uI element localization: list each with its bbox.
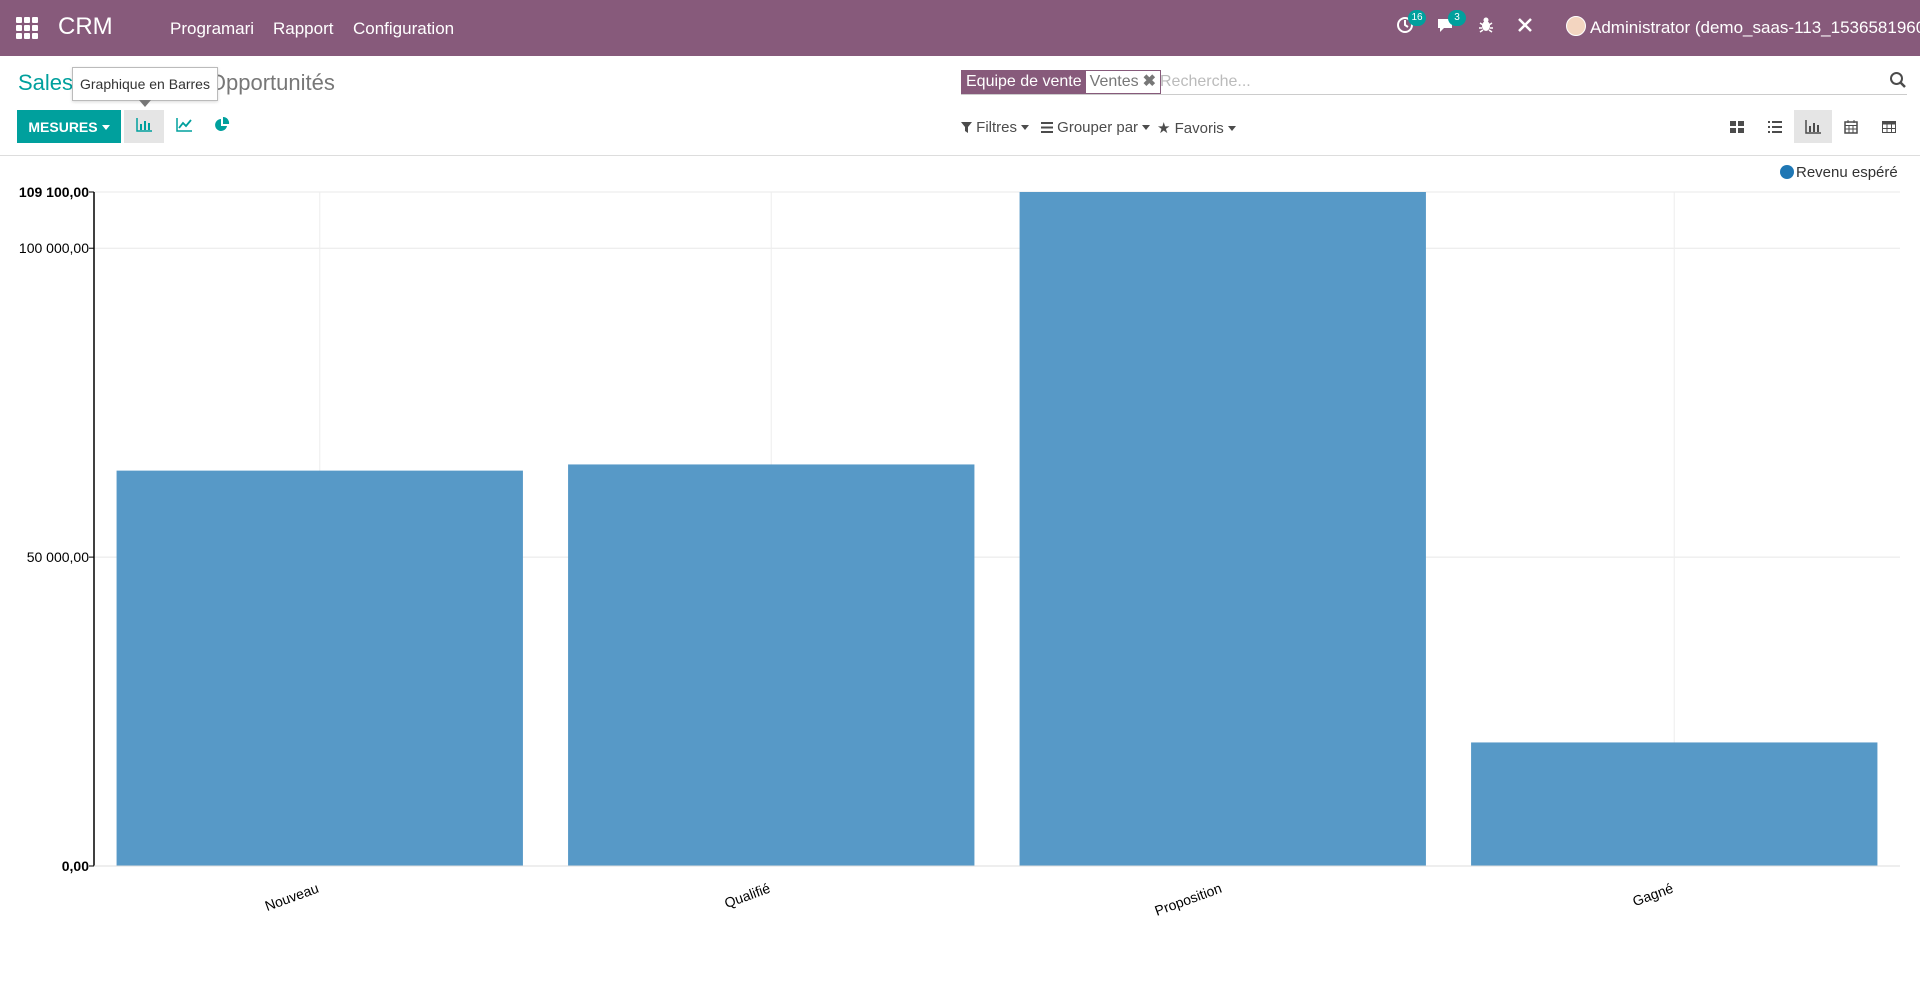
y-tick-label: 50 000,00	[27, 549, 89, 565]
search-input[interactable]	[1158, 70, 1862, 94]
facet-value: Ventes ✖	[1085, 71, 1160, 93]
app-brand: CRM	[58, 13, 113, 40]
bar-Nouveau	[116, 470, 523, 866]
menu-configuration[interactable]: Configuration	[353, 19, 454, 39]
filter-icon	[961, 122, 972, 133]
activity-menu[interactable]: 16	[1396, 10, 1426, 39]
avatar	[1566, 16, 1586, 36]
star-icon: ★	[1157, 120, 1171, 137]
x-tick-label: Proposition	[1152, 880, 1223, 919]
filters-label: Filtres	[976, 119, 1018, 136]
y-tick-label: 0,00	[62, 858, 89, 874]
pie-chart-button[interactable]	[202, 110, 242, 143]
user-name: Administrator (demo_saas-113_1536581960)	[1590, 18, 1920, 37]
calendar-view-button[interactable]	[1832, 110, 1870, 143]
facet-value-label: Ventes	[1089, 73, 1139, 90]
favorites-label: Favoris	[1174, 120, 1224, 137]
line-chart-icon	[176, 118, 192, 132]
graph-view-button[interactable]	[1794, 110, 1832, 143]
pivot-view-button[interactable]	[1870, 110, 1908, 143]
group-by-label: Grouper par	[1057, 119, 1139, 136]
caret-down-icon	[1021, 125, 1030, 130]
bar-Proposition	[1019, 192, 1426, 866]
apps-menu-icon[interactable]	[16, 17, 38, 39]
facet-name: Equipe de vente	[962, 71, 1086, 93]
caret-down-icon	[1227, 126, 1236, 131]
kanban-icon	[1730, 120, 1744, 133]
debug-menu[interactable]	[1477, 16, 1495, 39]
menu-rapport[interactable]: Rapport	[273, 19, 333, 39]
caret-down-icon	[101, 124, 110, 130]
control-panel-divider	[0, 155, 1920, 156]
bar-chart-icon	[136, 118, 152, 132]
x-tick-label: Qualifié	[722, 880, 772, 911]
search-facet: Equipe de vente Ventes ✖	[961, 70, 1161, 94]
bar-chart-icon	[1805, 119, 1821, 134]
bar-Qualifié	[568, 464, 975, 866]
measures-label: MESURES	[28, 118, 98, 135]
bar-Gagné	[1471, 742, 1878, 866]
line-chart-button[interactable]	[164, 110, 204, 143]
messages-menu[interactable]: 3	[1436, 10, 1466, 39]
breadcrumb-current: Opportunités	[208, 70, 335, 95]
y-tick-label: 109 100,00	[19, 184, 89, 200]
list-icon	[1768, 120, 1782, 133]
x-tick-label: Gagné	[1630, 880, 1675, 909]
filters-dropdown[interactable]: Filtres	[961, 119, 1030, 136]
calendar-icon	[1844, 119, 1858, 134]
tools-menu[interactable]	[1516, 16, 1534, 39]
bar-chart: 0,00 50 000,00 100 000,00 109 100,00 Nouveau…	[19, 184, 1900, 919]
search-bar: Equipe de vente Ventes ✖	[961, 70, 1907, 95]
bug-icon	[1479, 17, 1493, 33]
table-icon	[1882, 120, 1896, 133]
bar-chart-button[interactable]	[124, 110, 164, 143]
x-tick-label: Nouveau	[263, 880, 321, 914]
bar-chart-tooltip: Graphique en Barres	[72, 67, 218, 107]
message-count-badge: 3	[1448, 10, 1466, 26]
caret-down-icon	[1142, 125, 1151, 130]
favorites-dropdown[interactable]: ★ Favoris	[1157, 119, 1236, 137]
y-tick-label: 100 000,00	[19, 240, 89, 256]
pie-chart-icon	[215, 116, 230, 131]
menu-programari[interactable]: Programari	[170, 19, 254, 39]
search-icon[interactable]	[1889, 71, 1907, 94]
list-view-button[interactable]	[1756, 110, 1794, 143]
group-by-dropdown[interactable]: Grouper par	[1041, 119, 1151, 136]
top-navbar: CRM Programari Rapport Configuration 16 …	[0, 0, 1920, 56]
kanban-view-button[interactable]	[1718, 110, 1756, 143]
user-menu[interactable]: Administrator (demo_saas-113_1536581960)	[1566, 16, 1920, 38]
measures-button[interactable]: MESURES	[17, 110, 121, 143]
list-icon	[1041, 122, 1053, 133]
activity-count-badge: 16	[1408, 10, 1426, 26]
remove-facet-icon[interactable]: ✖	[1143, 73, 1156, 90]
tools-icon	[1518, 18, 1532, 32]
